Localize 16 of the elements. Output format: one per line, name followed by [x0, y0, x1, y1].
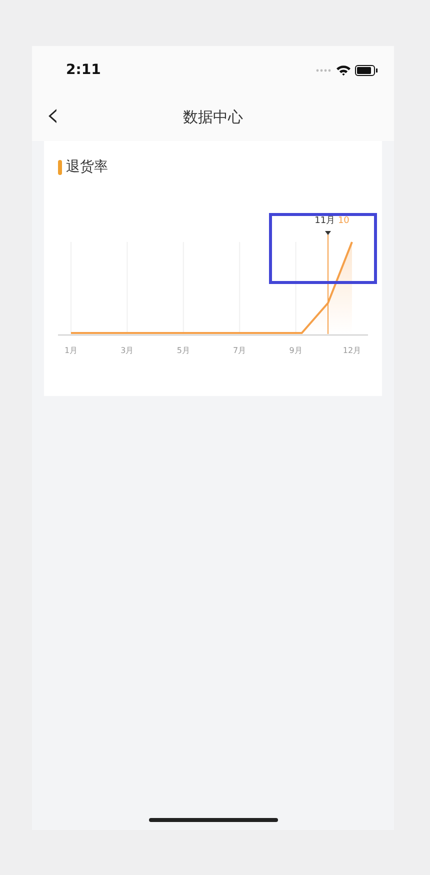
axis-label: 7月 [233, 346, 246, 355]
signal-icon [316, 68, 332, 72]
title-accent-bar [58, 160, 62, 175]
wifi-icon [336, 64, 351, 76]
axis-label: 5月 [176, 346, 190, 355]
card-title: 退货率 [66, 158, 108, 177]
page-title: 数据中心 [183, 107, 243, 128]
status-time: 2:11 [66, 60, 101, 80]
battery-icon [355, 64, 378, 76]
pointer-icon [325, 231, 331, 235]
axis-label: 9月 [289, 346, 302, 355]
axis-label: 1月 [64, 346, 78, 355]
axis-label: 3月 [120, 346, 134, 355]
axis-label: 12月 [342, 346, 362, 355]
tooltip-label: 11月 10 [314, 216, 350, 226]
back-button[interactable]: ‹ [40, 98, 66, 132]
